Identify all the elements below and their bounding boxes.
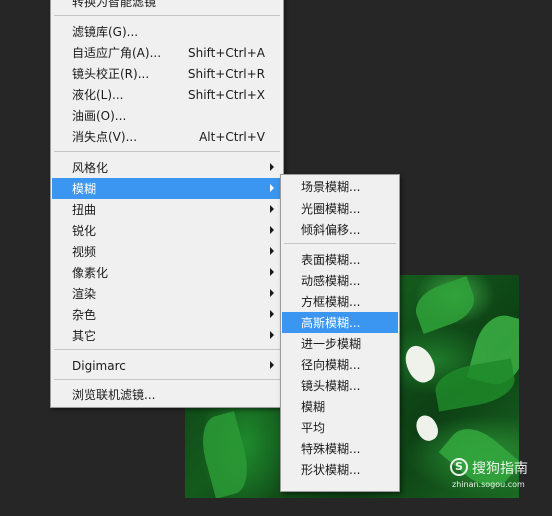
menu-item-label: 形状模糊... [301,463,361,477]
menu-item-filter-gallery[interactable]: 滤镜库(G)... [52,21,282,42]
menu-item-label: 像素化 [72,266,109,280]
submenu-item-motion-blur[interactable]: 动感模糊... [282,270,398,291]
menu-item-label: 视频 [72,245,97,259]
menu-item-label: 方框模糊... [301,295,361,309]
menu-item-label: 径向模糊... [301,358,361,372]
menu-item-label: 特殊模糊... [301,442,361,456]
submenu-item-box-blur[interactable]: 方框模糊... [282,291,398,312]
menu-item-other[interactable]: 其它 [52,325,282,346]
menu-item-pixelate[interactable]: 像素化 [52,262,282,283]
menu-item-label: 高斯模糊... [301,316,361,330]
menu-item-oil-paint[interactable]: 油画(O)... [52,105,282,126]
menu-item-lens-correction[interactable]: 镜头校正(R)... Shift+Ctrl+R [52,63,282,84]
watermark-url: zhinan.sogou.com [452,480,525,489]
menu-item-label: 油画(O)... [72,109,127,123]
menu-item-label: 风格化 [72,161,109,175]
menu-separator [284,243,396,244]
leaf-shape [432,358,518,412]
menu-item-label: 自适应广角(A)... [72,46,162,60]
leaf-shape [195,411,255,498]
submenu-item-blur[interactable]: 模糊 [282,396,398,417]
submenu-item-surface-blur[interactable]: 表面模糊... [282,249,398,270]
menu-item-label: 模糊 [301,400,326,414]
submenu-arrow-icon [270,268,274,276]
menu-item-vanishing-point[interactable]: 消失点(V)... Alt+Ctrl+V [52,126,282,147]
menu-item-label: 浏览联机滤镜... [72,388,156,402]
watermark-text: 搜狗指南 [472,461,528,477]
submenu-arrow-icon [270,163,274,171]
menu-item-adaptive-wide-angle[interactable]: 自适应广角(A)... Shift+Ctrl+A [52,42,282,63]
menu-item-shortcut: Shift+Ctrl+R [187,66,265,81]
menu-item-label: 动感模糊... [301,274,361,288]
menu-item-noise[interactable]: 杂色 [52,304,282,325]
submenu-item-blur-more[interactable]: 进一步模糊 [282,333,398,354]
menu-item-label: 场景模糊... [301,180,361,194]
submenu-arrow-icon [270,361,274,369]
menu-item-liquify[interactable]: 液化(L)... Shift+Ctrl+X [52,84,282,105]
menu-separator [54,349,280,350]
menu-item-shortcut: Shift+Ctrl+A [188,45,265,60]
menu-separator [54,379,280,380]
submenu-arrow-icon [270,184,274,192]
menu-item-distort[interactable]: 扭曲 [52,199,282,220]
menu-item-label: 杂色 [72,308,97,322]
leaf-shape [409,275,481,335]
menu-item-digimarc[interactable]: Digimarc [52,355,282,376]
menu-item-label: 模糊 [72,182,97,196]
menu-item-browse-online-filters[interactable]: 浏览联机滤镜... [52,384,282,405]
menu-separator [54,151,280,152]
submenu-arrow-icon [270,205,274,213]
sogou-logo-icon: S [450,458,468,476]
submenu-item-lens-blur[interactable]: 镜头模糊... [282,375,398,396]
menu-item-label: Digimarc [72,358,126,373]
blur-submenu: 场景模糊... 光圈模糊... 倾斜偏移... 表面模糊... 动感模糊... … [280,174,400,492]
menu-item-label: 平均 [301,421,326,435]
submenu-item-field-blur[interactable]: 场景模糊... [282,176,398,197]
menu-item-label: 消失点(V)... [72,130,138,144]
submenu-item-gaussian-blur[interactable]: 高斯模糊... [282,312,398,333]
submenu-arrow-icon [270,289,274,297]
menu-item-label: 滤镜库(G)... [72,25,139,39]
menu-separator [54,15,280,16]
menu-item-shortcut: Alt+Ctrl+V [199,129,265,144]
menu-item-label: 锐化 [72,224,97,238]
menu-item-label: 倾斜偏移... [301,223,361,237]
white-flower [412,411,442,445]
submenu-arrow-icon [270,310,274,318]
submenu-item-average[interactable]: 平均 [282,417,398,438]
menu-item-label: 液化(L)... [72,88,124,102]
menu-item-stylize[interactable]: 风格化 [52,157,282,178]
submenu-item-tilt-shift[interactable]: 倾斜偏移... [282,219,398,240]
submenu-item-iris-blur[interactable]: 光圈模糊... [282,198,398,219]
menu-item-shortcut: Shift+Ctrl+X [188,87,265,102]
menu-item-sharpen[interactable]: 锐化 [52,220,282,241]
white-flower [400,341,440,387]
menu-item-video[interactable]: 视频 [52,241,282,262]
menu-item-label: 光圈模糊... [301,202,361,216]
menu-item-label: 其它 [72,329,97,343]
submenu-item-radial-blur[interactable]: 径向模糊... [282,354,398,375]
submenu-item-smart-blur[interactable]: 特殊模糊... [282,438,398,459]
menu-item-label: 渲染 [72,287,97,301]
submenu-arrow-icon [270,247,274,255]
menu-item-blur[interactable]: 模糊 [52,178,282,199]
menu-item-label: 转换为智能滤镜 [72,0,157,9]
submenu-item-shape-blur[interactable]: 形状模糊... [282,459,398,480]
menu-item-label: 表面模糊... [301,253,361,267]
menu-item-label: 镜头模糊... [301,379,361,393]
menu-item-convert-smart-filter[interactable]: 转换为智能滤镜 [52,0,282,12]
menu-item-label: 镜头校正(R)... [72,67,150,81]
submenu-arrow-icon [270,331,274,339]
menu-item-label: 扭曲 [72,203,97,217]
submenu-arrow-icon [270,226,274,234]
menu-item-label: 进一步模糊 [301,337,362,351]
menu-item-render[interactable]: 渲染 [52,283,282,304]
filter-menu: 转换为智能滤镜 滤镜库(G)... 自适应广角(A)... Shift+Ctrl… [50,0,284,408]
